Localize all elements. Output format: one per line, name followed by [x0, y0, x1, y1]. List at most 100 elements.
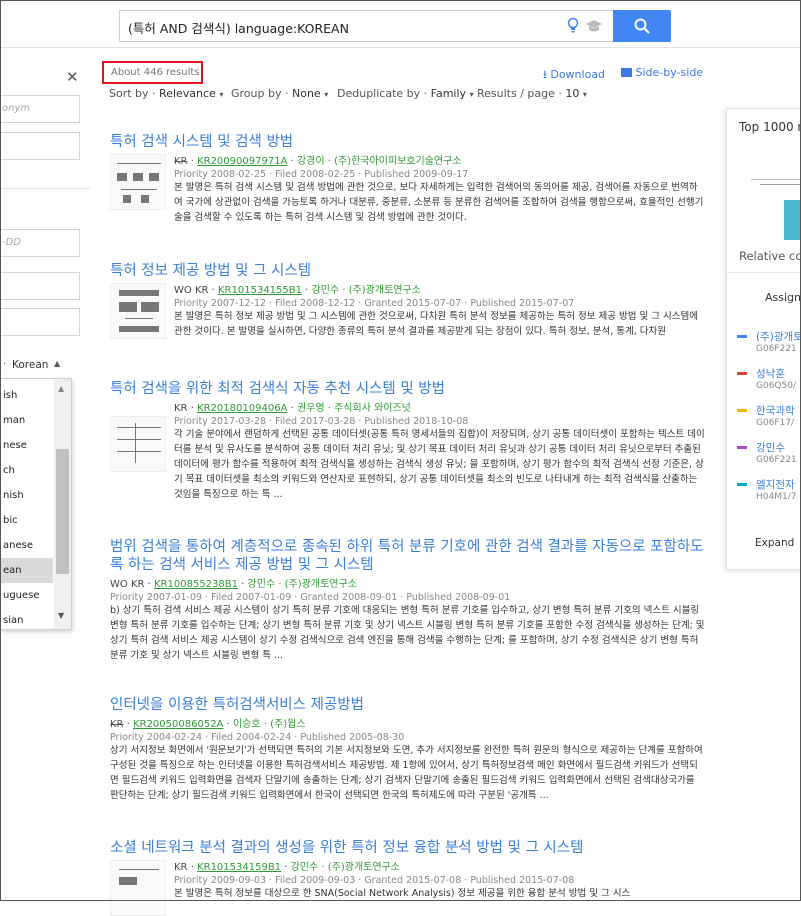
group-by-option[interactable]: Group by · None ▾ — [231, 87, 328, 100]
result-dates: Priority 2007-12-12 · Filed 2008-12-12 ·… — [174, 298, 705, 309]
chart-line — [751, 179, 801, 180]
dedup-value: Family — [431, 87, 466, 100]
office-code: WO KR — [174, 285, 208, 296]
result-dates: Priority 2008-02-25 · Filed 2008-02-25 ·… — [174, 169, 705, 180]
deduplicate-option[interactable]: Deduplicate by · Family ▾ — [337, 87, 474, 100]
inventor-assignee: 권우영 · 주식회사 와이즈넛 — [297, 403, 411, 414]
filter-field-4[interactable] — [0, 272, 80, 300]
scroll-down-icon[interactable]: ▼ — [58, 611, 64, 620]
assignee-name[interactable]: 한국과학 — [756, 403, 795, 418]
search-query[interactable]: (특허 AND 검색식) language:KOREAN — [128, 18, 349, 37]
language-option[interactable]: ean — [1, 558, 53, 583]
result-meta: KR · KR101534159B1 · 강민수 · (주)광개토연구소 — [174, 858, 630, 873]
expand-button[interactable]: Expand — [755, 537, 794, 549]
scrollbar-thumb[interactable] — [56, 449, 69, 574]
search-input[interactable]: (특허 AND 검색식) language:KOREAN — [119, 10, 613, 42]
language-option[interactable]: nish — [1, 483, 53, 508]
language-selected: Korean — [12, 359, 48, 371]
language-option[interactable]: ish — [1, 383, 53, 408]
result-snippet: b) 상기 특허 검색 서비스 제공 시스템이 상기 특허 분류 기호에 대응되… — [110, 603, 705, 663]
patent-drawing-thumbnail[interactable] — [110, 283, 166, 339]
lightbulb-icon[interactable] — [567, 17, 579, 35]
synonym-placeholder: onym — [2, 103, 30, 114]
chevron-down-icon: ▾ — [219, 90, 223, 99]
language-option[interactable]: anese — [1, 533, 53, 558]
patent-number-link[interactable]: KR101534155B1 — [218, 285, 302, 296]
dropdown-arrow-icon: ▲ — [54, 359, 60, 368]
download-link[interactable]: ⭳ Download — [543, 66, 605, 85]
patent-drawing-thumbnail[interactable] — [110, 860, 166, 916]
legend-swatch — [737, 335, 747, 338]
result-title[interactable]: 특허 정보 제공 방법 및 그 시스템 — [110, 262, 705, 280]
bullet-icon: · — [3, 359, 6, 370]
panel-title: Top 1000 r — [739, 120, 801, 134]
language-select[interactable]: · Korean ▲ — [0, 355, 70, 377]
search-button[interactable] — [613, 10, 671, 42]
result-dates: Priority 2009-09-03 · Filed 2009-09-03 ·… — [174, 875, 630, 886]
assignee-name[interactable]: (주)광개토 — [756, 329, 801, 344]
result-title[interactable]: 소셜 네트워크 분석 결과의 생성을 위한 특허 정보 융합 분석 방법 및 그… — [110, 839, 705, 857]
chevron-down-icon: ▾ — [470, 90, 474, 99]
patent-number-link[interactable]: KR101534159B1 — [197, 862, 281, 873]
office-code: KR — [174, 403, 188, 414]
chevron-down-icon: ▾ — [583, 90, 587, 99]
language-option[interactable]: uguese — [1, 583, 53, 608]
assignee-name[interactable]: 성낙훈 — [756, 366, 785, 381]
patent-drawing-thumbnail[interactable] — [110, 416, 166, 472]
result-item: 특허 검색을 위한 최적 검색식 자동 추천 시스템 및 방법 KR · KR2… — [110, 380, 705, 502]
result-snippet: 본 발명은 특허 정보를 대상으로 한 SNA(Social Network A… — [174, 886, 630, 901]
language-dropdown-list[interactable]: ishmannesechnishbicaneseeanuguesesian ▲ … — [0, 378, 72, 630]
date-field[interactable]: -DD — [0, 229, 80, 257]
close-icon[interactable]: ✕ — [66, 68, 79, 86]
cpc-code: H04M1/7 — [756, 492, 796, 502]
language-option[interactable]: sian — [1, 608, 53, 630]
group-label: Group by — [231, 87, 281, 100]
result-meta: KR · KR20050086052A · 이승호 · (주)윕스 — [110, 715, 705, 730]
filter-field-5[interactable] — [0, 308, 80, 336]
patent-number-link[interactable]: KR20180109406A — [197, 403, 287, 414]
results-per-page-option[interactable]: Results / page · 10 ▾ — [477, 87, 587, 100]
sort-by-option[interactable]: Sort by · Relevance ▾ — [109, 87, 223, 100]
cpc-code: G06F221 — [756, 455, 797, 465]
group-value: None — [292, 87, 321, 100]
filter-field-2[interactable] — [0, 132, 80, 160]
results-count: About 446 results — [111, 67, 200, 78]
synonym-field[interactable]: onym — [0, 95, 80, 123]
result-title[interactable]: 범위 검색을 통하여 계층적으로 종속된 하위 특허 분류 기호에 관한 검색 … — [110, 538, 705, 574]
language-option[interactable]: ch — [1, 458, 53, 483]
dedup-label: Deduplicate by — [337, 87, 420, 100]
office-code: WO KR — [110, 579, 144, 590]
chart-line — [760, 184, 801, 185]
patent-number-link[interactable]: KR100855238B1 — [154, 579, 238, 590]
result-title[interactable]: 특허 검색 시스템 및 검색 방법 — [110, 133, 705, 151]
chart-bar — [784, 200, 801, 240]
assignee-header: Assign — [765, 291, 801, 304]
inventor-assignee: 강경이 · (주)한국아이피보호기술연구소 — [297, 156, 462, 167]
assignee-name[interactable]: 엘지전자 — [756, 477, 795, 492]
legend-swatch — [737, 446, 747, 449]
language-option[interactable]: bic — [1, 508, 53, 533]
patent-number-link[interactable]: KR20050086052A — [133, 719, 223, 730]
top-bar: (특허 AND 검색식) language:KOREAN — [0, 0, 801, 48]
graduation-cap-icon[interactable] — [585, 19, 603, 33]
result-meta: KR · KR20180109406A · 권우영 · 주식회사 와이즈넛 — [174, 399, 705, 414]
side-by-side-link[interactable]: Side-by-side — [621, 66, 703, 79]
assignee-name[interactable]: 강민수 — [756, 440, 785, 455]
result-title[interactable]: 인터넷을 이용한 특허검색서비스 제공방법 — [110, 696, 705, 714]
patent-drawing-thumbnail[interactable] — [110, 154, 166, 210]
result-snippet: 각 기술 분야에서 랜덤하게 선택된 공통 데이터셋(공통 특허 명세서들의 집… — [174, 427, 705, 502]
divider — [0, 188, 90, 189]
result-dates: Priority 2017-03-28 · Filed 2017-03-28 ·… — [174, 416, 705, 427]
result-title[interactable]: 특허 검색을 위한 최적 검색식 자동 추천 시스템 및 방법 — [110, 380, 705, 398]
scroll-up-icon[interactable]: ▲ — [58, 384, 64, 393]
result-item: 특허 검색 시스템 및 검색 방법 KR · KR20090097971A · … — [110, 133, 705, 225]
result-dates: Priority 2004-02-24 · Filed 2004-02-24 ·… — [110, 732, 705, 743]
result-item: 범위 검색을 통하여 계층적으로 종속된 하위 특허 분류 기호에 관한 검색 … — [110, 538, 705, 663]
results-count-highlight: About 446 results — [102, 61, 203, 84]
legend-swatch — [737, 372, 747, 375]
patent-number-link[interactable]: KR20090097971A — [197, 156, 287, 167]
sort-value: Relevance — [159, 87, 216, 100]
language-option[interactable]: nese — [1, 433, 53, 458]
result-snippet: 본 발명은 특허 정보 제공 방법 및 그 시스템에 관한 것으로써, 다차원 … — [174, 309, 705, 339]
language-option[interactable]: man — [1, 408, 53, 433]
